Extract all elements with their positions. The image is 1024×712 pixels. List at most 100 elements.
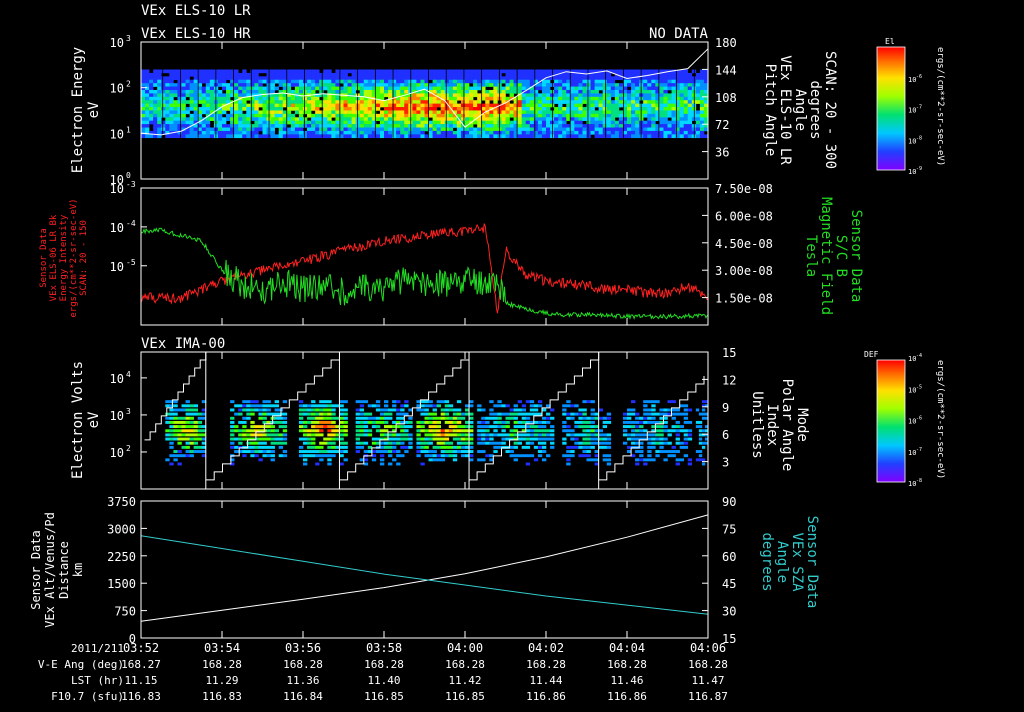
panel1-spectrogram-cell: [473, 76, 478, 81]
panel1-spectrogram-cell: [384, 79, 389, 84]
panel3-spectrogram-cell: [343, 400, 348, 404]
panel1-spectrogram-cell: [570, 110, 575, 115]
panel2-y2tick-label: 7.50e-08: [715, 182, 773, 196]
panel1-spectrogram-cell: [586, 107, 591, 111]
panel1-spectrogram-cell: [485, 134, 490, 139]
panel1-spectrogram-cell: [145, 76, 150, 81]
panel1-spectrogram-cell: [205, 100, 211, 104]
panel3-spectrogram-cell: [323, 441, 328, 445]
panel3-spectrogram-cell: [582, 433, 587, 437]
panel1-spectrogram-cell: [363, 83, 369, 87]
panel1-spectrogram-cell: [181, 134, 186, 139]
panel3-spectrogram-cell: [185, 450, 190, 453]
panel3-spectrogram-cell: [452, 420, 458, 424]
panel1-spectrogram-cell: [485, 96, 490, 101]
panel1-spectrogram-cell: [432, 117, 437, 121]
panel3-spectrogram-cell: [590, 408, 595, 412]
panel3-spectrogram-cell: [683, 420, 689, 424]
panel3-spectrogram-cell: [655, 400, 660, 404]
panel1-spectrogram-cell: [205, 124, 211, 128]
panel1-spectrogram-cell: [667, 127, 672, 132]
panel1-spectrogram-cell: [517, 79, 522, 84]
panel1-spectrogram-cell: [671, 120, 676, 125]
panel3-spectrogram-cell: [683, 445, 689, 449]
panel3-spectrogram-cell: [505, 450, 510, 453]
panel1-spectrogram-cell: [473, 110, 478, 115]
panel3-spectrogram-cell: [695, 458, 700, 462]
panel3-spectrogram-cell: [460, 429, 466, 433]
panel1-spectrogram-cell: [359, 117, 365, 121]
panel1-spectrogram-cell: [347, 83, 352, 87]
panel1-spectrogram-cell: [384, 83, 389, 87]
panel1-spectrogram-cell: [687, 83, 693, 87]
panel1-spectrogram-cell: [537, 93, 543, 98]
panel1-spectrogram-cell: [181, 100, 186, 104]
panel1-spectrogram-cell: [469, 86, 474, 91]
panel1-spectrogram-cell: [509, 76, 514, 81]
panel1-spectrogram-cell: [541, 100, 547, 104]
panel1-spectrogram-cell: [396, 86, 401, 91]
panel1-spectrogram-cell: [521, 93, 527, 98]
panel1-spectrogram-cell: [687, 93, 693, 98]
panel1-spectrogram-cell: [546, 72, 551, 77]
panel1-spectrogram-cell: [379, 83, 385, 87]
panel3-spectrogram-cell: [392, 408, 397, 412]
panel1-spectrogram-cell: [659, 83, 664, 87]
panel3-spectrogram-cell: [432, 425, 437, 429]
panel3-spectrogram-cell: [562, 425, 567, 429]
panel3-spectrogram-cell: [343, 420, 348, 424]
panel3-spectrogram-cell: [529, 425, 535, 429]
panel1-spectrogram-cell: [562, 110, 567, 115]
panel3-spectrogram-cell: [400, 454, 405, 458]
panel1-spectrogram-cell: [177, 124, 182, 128]
panel1-spectrogram-cell: [238, 103, 243, 108]
panel1-spectrogram-cell: [181, 93, 186, 98]
panel1-spectrogram-cell: [570, 107, 575, 111]
panel3-spectrogram-cell: [687, 408, 693, 412]
panel1-spectrogram-cell: [618, 93, 624, 98]
panel1-spectrogram-cell: [274, 117, 279, 121]
panel1-spectrogram-cell: [173, 127, 178, 132]
panel3-spectrogram-cell: [367, 420, 373, 424]
panel1-spectrogram-cell: [412, 134, 417, 139]
panel1-spectrogram-cell: [193, 79, 198, 84]
panel1-spectrogram-cell: [578, 100, 583, 104]
panel3-spectrogram-cell: [456, 420, 462, 424]
panel1-spectrogram-cell: [209, 96, 215, 101]
panel1-spectrogram-cell: [699, 69, 705, 74]
panel1-spectrogram-cell: [205, 96, 211, 101]
panel1-spectrogram-cell: [238, 86, 243, 91]
panel3-spectrogram-cell: [550, 433, 555, 437]
panel3-spectrogram-cell: [452, 408, 458, 412]
panel1-spectrogram-cell: [444, 127, 450, 132]
panel1-spectrogram-cell: [367, 103, 373, 108]
panel1-spectrogram-cell: [643, 89, 648, 94]
panel3-spectrogram-cell: [562, 437, 567, 441]
panel3-spectrogram-cell: [582, 420, 587, 424]
panel1-spectrogram-cell: [614, 110, 620, 115]
panel3-spectrogram-cell: [371, 450, 377, 453]
panel1-spectrogram-cell: [205, 79, 211, 84]
panel3-spectrogram-cell: [533, 425, 539, 429]
panel1-spectrogram-cell: [590, 79, 595, 84]
panel3-spectrogram-cell: [675, 408, 680, 412]
panel3-spectrogram-cell: [238, 420, 243, 424]
panel1-spectrogram-cell: [205, 130, 211, 135]
panel1-spectrogram-cell: [554, 96, 559, 101]
panel1-spectrogram-cell: [631, 124, 636, 128]
panel1-spectrogram-cell: [327, 76, 332, 81]
panel1-spectrogram-cell: [262, 127, 267, 132]
panel1-spectrogram-cell: [578, 69, 583, 74]
panel1-spectrogram-cell: [254, 124, 259, 128]
panel4-ylabel-line: VEx Alt/Venus/Pd: [43, 512, 57, 628]
panel1-spectrogram-cell: [558, 107, 563, 111]
panel1-spectrogram-cell: [400, 86, 405, 91]
panel1-spectrogram-cell: [663, 79, 668, 84]
panel1-spectrogram-cell: [598, 79, 603, 84]
panel3-spectrogram-cell: [687, 462, 693, 466]
panel1-spectrogram-cell: [141, 89, 146, 94]
panel1-spectrogram-cell: [606, 100, 612, 104]
panel3-spectrogram-cell: [165, 416, 170, 420]
panel1-spectrogram-cell: [298, 96, 304, 101]
panel1-spectrogram-cell: [529, 110, 535, 115]
